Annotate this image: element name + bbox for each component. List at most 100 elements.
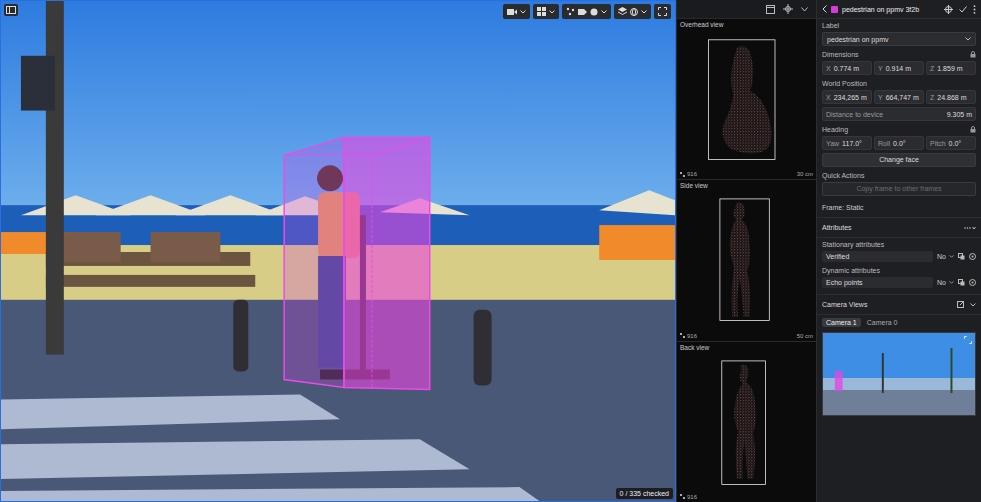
section-heading: World Position — [822, 80, 976, 87]
camera-tab[interactable]: Camera 1 — [822, 318, 861, 327]
video-icon — [507, 8, 517, 16]
view-footer: 916 — [680, 494, 813, 500]
point-count: 916 — [680, 171, 697, 177]
expand-icon[interactable] — [964, 336, 972, 344]
checked-status: 0 / 335 checked — [616, 488, 673, 499]
chevron-down-icon — [520, 10, 526, 14]
window-icon[interactable] — [766, 5, 775, 14]
attribute-value-dropdown[interactable]: No — [937, 279, 954, 286]
number-field[interactable]: Y664,747 m — [874, 90, 924, 104]
more-icon[interactable] — [973, 5, 976, 14]
camera-thumbnail-image — [823, 333, 975, 415]
attribute-row: Echo pointsNo — [822, 277, 976, 288]
layer-options[interactable] — [614, 4, 651, 19]
object-title: pedestrian on ppmv 3f2b — [842, 6, 940, 13]
panel-icon — [6, 6, 16, 14]
point-cloud — [680, 351, 813, 494]
field-section: Dimensions X0.774 mY0.914 mZ1.859 m — [817, 48, 981, 77]
number-field[interactable]: X234,265 m — [822, 90, 872, 104]
number-field[interactable]: Roll0.0° — [874, 136, 924, 150]
change-face-button[interactable]: Change face — [822, 153, 976, 167]
copy-icon[interactable] — [958, 253, 965, 260]
attribute-group: Dynamic attributes Echo pointsNo — [817, 264, 981, 290]
inspector-panel: pedestrian on ppmv 3f2bLabelpedestrian o… — [816, 0, 981, 502]
annotation-app: 0 / 335 checked Overhead view 916 30 cm Sid… — [0, 0, 981, 502]
cuboid-annotation[interactable] — [1, 1, 675, 501]
view-footer: 916 50 cm — [680, 333, 813, 339]
projection-view[interactable]: Overhead view 916 30 cm — [677, 18, 816, 179]
expand-icon — [658, 7, 667, 16]
view-footer: 916 30 cm — [680, 171, 813, 177]
shade-icon — [590, 8, 598, 16]
points-icon — [566, 7, 575, 16]
field-row: X0.774 mY0.914 mZ1.859 m — [822, 61, 976, 75]
lock-icon[interactable] — [970, 51, 976, 58]
camera-views-header: Camera Views — [817, 294, 981, 315]
point-cloud — [680, 189, 813, 332]
layers-icon — [618, 7, 627, 16]
field-row: X234,265 mY664,747 mZ24.868 m — [822, 90, 976, 104]
point-count: 916 — [680, 494, 697, 500]
view-title: Back view — [680, 344, 813, 351]
point-count: 916 — [680, 333, 697, 339]
points-icon — [680, 494, 685, 499]
display-options[interactable] — [562, 4, 611, 19]
lock-icon[interactable] — [970, 126, 976, 133]
field-row: Yaw117.0°Roll0.0°Pitch0.0° — [822, 136, 976, 150]
distance-field: Distance to device9.305 m — [822, 107, 976, 121]
attribute-row: VerifiedNo — [822, 251, 976, 262]
projection-view[interactable]: Side view 916 50 cm — [677, 179, 816, 340]
move-icon[interactable] — [783, 4, 793, 14]
group-title: Stationary attributes — [822, 241, 976, 248]
number-field[interactable]: Z24.868 m — [926, 90, 976, 104]
camera-tabs: Camera 1Camera 0 — [817, 315, 981, 330]
copy-frame-button: Copy frame to other frames — [822, 182, 976, 196]
number-field[interactable]: Y0.914 m — [874, 61, 924, 75]
chevron-down-icon — [949, 281, 954, 284]
chevron-down-icon — [965, 37, 971, 41]
chevron-down-icon — [641, 10, 647, 14]
chevron-down-icon — [949, 255, 954, 258]
label-icon — [578, 8, 587, 16]
chevron-down-icon — [549, 10, 555, 14]
grid-icon — [537, 7, 546, 16]
attribute-value-dropdown[interactable]: No — [937, 253, 954, 260]
chevron-down-icon[interactable] — [970, 303, 976, 307]
view-title: Overhead view — [680, 21, 813, 28]
group-title: Dynamic attributes — [822, 267, 976, 274]
more-icon — [964, 226, 976, 230]
camera-tab[interactable]: Camera 0 — [863, 318, 902, 327]
camera-mode-button[interactable] — [503, 4, 530, 19]
camera-thumbnail[interactable] — [822, 332, 976, 416]
external-icon[interactable] — [957, 301, 964, 308]
settings-icon[interactable] — [969, 253, 976, 260]
camera-viewport[interactable]: 0 / 335 checked — [0, 0, 676, 502]
scale-label: 50 cm — [797, 333, 813, 339]
settings-icon[interactable] — [969, 279, 976, 286]
class-color-swatch — [831, 6, 838, 13]
check-icon[interactable] — [959, 6, 967, 13]
fullscreen-button[interactable] — [654, 4, 671, 19]
quick-actions: Quick ActionsCopy frame to other frames — [817, 169, 981, 198]
projection-view[interactable]: Back view 916 — [677, 341, 816, 502]
copy-icon[interactable] — [958, 279, 965, 286]
scale-label: 30 cm — [797, 171, 813, 177]
attributes-header[interactable]: Attributes — [817, 218, 981, 238]
number-field[interactable]: Pitch0.0° — [926, 136, 976, 150]
chevron-down-icon[interactable] — [801, 7, 808, 12]
section-heading: Dimensions — [822, 51, 976, 58]
number-field[interactable]: X0.774 m — [822, 61, 872, 75]
view-title: Side view — [680, 182, 813, 189]
back-icon[interactable] — [822, 5, 827, 13]
panel-toggle[interactable] — [4, 4, 18, 16]
number-field[interactable]: Yaw117.0° — [822, 136, 872, 150]
point-cloud — [680, 28, 813, 171]
layout-button[interactable] — [533, 4, 559, 19]
number-field[interactable]: Z1.859 m — [926, 61, 976, 75]
frame-type: Frame: Static — [817, 198, 981, 218]
view-toolbar — [503, 4, 671, 19]
label-dropdown[interactable]: pedestrian on ppmv — [822, 32, 976, 46]
inspector-header: pedestrian on ppmv 3f2b — [817, 0, 981, 19]
crosshair-icon[interactable] — [944, 5, 953, 14]
sphere-icon — [630, 8, 638, 16]
